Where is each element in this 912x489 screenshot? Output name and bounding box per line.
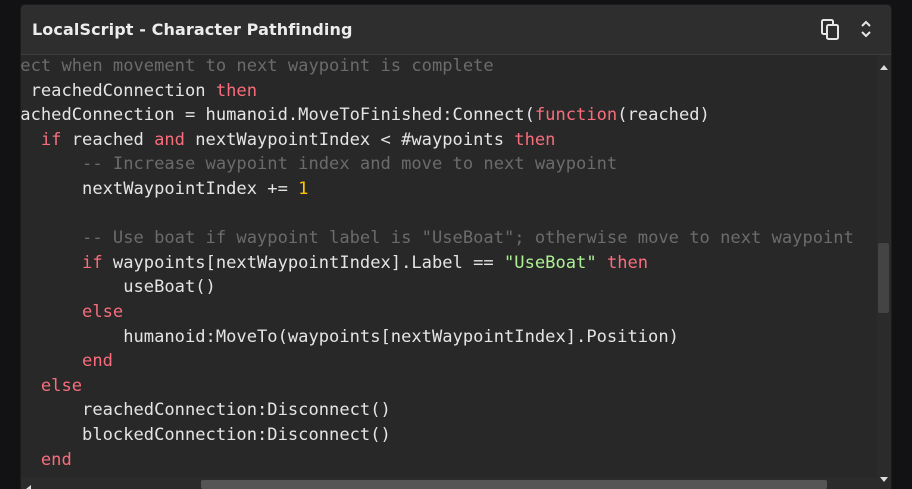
scroll-down-icon[interactable] bbox=[880, 470, 888, 482]
code-editor[interactable]: tect when movement to next waypoint is c… bbox=[21, 55, 877, 478]
code-token: nextWaypointIndex < #waypoints bbox=[184, 129, 515, 150]
expand-collapse-icon bbox=[861, 20, 871, 38]
code-token: nextWaypointIndex += bbox=[21, 178, 299, 199]
code-line[interactable]: humanoid:MoveTo(waypoints[nextWaypointIn… bbox=[21, 325, 854, 350]
code-line[interactable]: -- Use boat if waypoint label is "UseBoa… bbox=[21, 226, 854, 251]
code-token: end bbox=[82, 351, 113, 372]
code-token: end bbox=[40, 449, 72, 470]
code-line[interactable]: if waypoints[nextWaypointIndex].Label ==… bbox=[21, 251, 854, 276]
horizontal-scroll-thumb[interactable] bbox=[201, 480, 827, 489]
code-token: (reached) bbox=[617, 105, 710, 126]
expand-collapse-button[interactable] bbox=[853, 16, 879, 42]
scroll-up-icon[interactable] bbox=[880, 59, 888, 70]
code-line[interactable]: else bbox=[21, 300, 854, 325]
code-line[interactable]: reachedConnection:Disconnect() bbox=[21, 398, 854, 423]
code-line[interactable]: blockedConnection:Disconnect() bbox=[21, 423, 854, 448]
code-token: waypoints[nextWaypointIndex].Label == bbox=[102, 252, 505, 273]
code-token: blockedConnection:Disconnect() bbox=[21, 424, 391, 445]
code-line[interactable] bbox=[21, 202, 854, 227]
code-line[interactable]: -- Increase waypoint index and move to n… bbox=[21, 152, 854, 177]
title-bar: LocalScript - Character Pathfinding bbox=[21, 5, 891, 55]
code-token: then bbox=[606, 252, 649, 273]
code-token: function bbox=[534, 105, 618, 126]
script-window: LocalScript - Character Pathfinding tect… bbox=[21, 5, 891, 489]
code-line[interactable]: t reachedConnection then bbox=[21, 79, 854, 104]
code-token: else bbox=[40, 375, 83, 396]
code-token: eachedConnection = humanoid.MoveToFinish… bbox=[21, 105, 535, 126]
scroll-left-icon[interactable] bbox=[25, 480, 33, 489]
code-token: reachedConnection:Disconnect() bbox=[21, 400, 391, 421]
code-line[interactable]: if reached and nextWaypointIndex < #wayp… bbox=[21, 128, 854, 153]
code-token: reachedConnection bbox=[21, 80, 216, 101]
code-line[interactable]: end bbox=[21, 448, 854, 473]
code-token: tect when movement to next waypoint is c… bbox=[21, 56, 494, 76]
code-line[interactable]: end bbox=[21, 349, 854, 374]
code-line[interactable]: eachedConnection = humanoid.MoveToFinish… bbox=[21, 103, 854, 128]
window-title: LocalScript - Character Pathfinding bbox=[32, 20, 353, 39]
code-token: then bbox=[514, 129, 556, 150]
code-token: useBoat() bbox=[21, 277, 216, 298]
code-token: then bbox=[215, 80, 258, 101]
vertical-scroll-thumb[interactable] bbox=[878, 243, 889, 313]
code-token: reached bbox=[61, 129, 155, 150]
copy-button[interactable] bbox=[817, 16, 843, 42]
copy-icon bbox=[821, 19, 839, 40]
code-token: 1 bbox=[298, 178, 309, 199]
code-token: humanoid:MoveTo(waypoints[nextWaypointIn… bbox=[21, 326, 679, 347]
code-token: else bbox=[82, 301, 124, 322]
code-block[interactable]: tect when movement to next waypoint is c… bbox=[21, 55, 854, 472]
code-token: and bbox=[154, 129, 185, 150]
horizontal-scrollbar[interactable] bbox=[21, 478, 877, 489]
vertical-scrollbar[interactable] bbox=[877, 55, 891, 482]
code-line[interactable]: nextWaypointIndex += 1 bbox=[21, 177, 854, 202]
code-token: -- Use boat if waypoint label is "UseBoa… bbox=[82, 228, 854, 249]
code-line[interactable]: tect when movement to next waypoint is c… bbox=[21, 55, 854, 79]
code-token: "UseBoat" bbox=[504, 252, 597, 273]
code-token: if bbox=[82, 252, 103, 273]
code-line[interactable]: else bbox=[21, 374, 854, 399]
code-token: -- Increase waypoint index and move to n… bbox=[82, 154, 618, 175]
code-token: if bbox=[40, 129, 62, 150]
code-line[interactable]: useBoat() bbox=[21, 275, 854, 300]
